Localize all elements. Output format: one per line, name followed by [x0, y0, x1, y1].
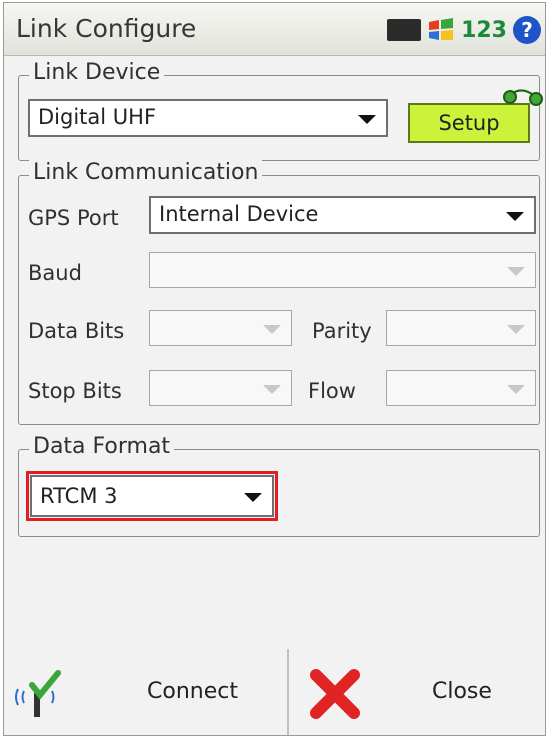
baud-label: Baud — [28, 261, 82, 285]
connect-button[interactable]: Connect — [4, 649, 286, 735]
link-device-value: Digital UHF — [38, 105, 157, 129]
chevron-down-icon — [263, 325, 281, 334]
flow-dropdown[interactable] — [386, 370, 536, 406]
flow-label: Flow — [308, 379, 356, 403]
stop-bits-label: Stop Bits — [28, 379, 122, 403]
baud-dropdown[interactable] — [149, 252, 536, 288]
window-title: Link Configure — [16, 14, 197, 43]
data-bits-dropdown[interactable] — [149, 310, 292, 346]
command-divider — [287, 649, 289, 735]
system-tray: 123 ? — [387, 16, 541, 44]
chevron-down-icon — [506, 212, 524, 221]
parity-label: Parity — [312, 319, 372, 343]
connect-label: Connect — [147, 679, 238, 704]
chevron-down-icon — [507, 385, 525, 394]
link-device-dropdown[interactable]: Digital UHF — [28, 99, 388, 137]
chevron-down-icon — [507, 325, 525, 334]
close-label: Close — [432, 679, 492, 704]
windows-flag-icon[interactable] — [427, 16, 455, 44]
data-format-dropdown[interactable]: RTCM 3 — [30, 475, 274, 517]
gps-port-value: Internal Device — [159, 202, 319, 226]
data-format-legend: Data Format — [29, 434, 175, 459]
gps-port-label: GPS Port — [28, 206, 119, 230]
setup-label: Setup — [438, 111, 500, 135]
parity-dropdown[interactable] — [386, 310, 536, 346]
data-bits-label: Data Bits — [28, 319, 125, 343]
chevron-down-icon — [244, 493, 262, 502]
help-icon[interactable]: ? — [513, 16, 541, 44]
close-x-icon — [310, 669, 360, 719]
command-bar: Connect Close — [4, 649, 545, 735]
chevron-down-icon — [263, 385, 281, 394]
stop-bits-dropdown[interactable] — [149, 370, 292, 406]
keyboard-icon[interactable] — [387, 19, 422, 41]
input-method-icon[interactable]: 123 — [461, 18, 507, 43]
link-communication-legend: Link Communication — [29, 160, 263, 185]
chevron-down-icon — [358, 115, 376, 124]
link-device-legend: Link Device — [29, 60, 165, 85]
title-bar: Link Configure 123 ? — [4, 3, 545, 56]
chevron-down-icon — [507, 267, 525, 276]
close-button[interactable]: Close — [290, 649, 545, 735]
radio-antenna-check-icon — [15, 670, 61, 717]
link-configure-screen: Link Configure 123 ? Link Device Digital… — [3, 2, 546, 736]
gps-port-dropdown[interactable]: Internal Device — [149, 196, 536, 234]
data-format-value: RTCM 3 — [40, 484, 118, 508]
connection-icon — [503, 89, 543, 106]
